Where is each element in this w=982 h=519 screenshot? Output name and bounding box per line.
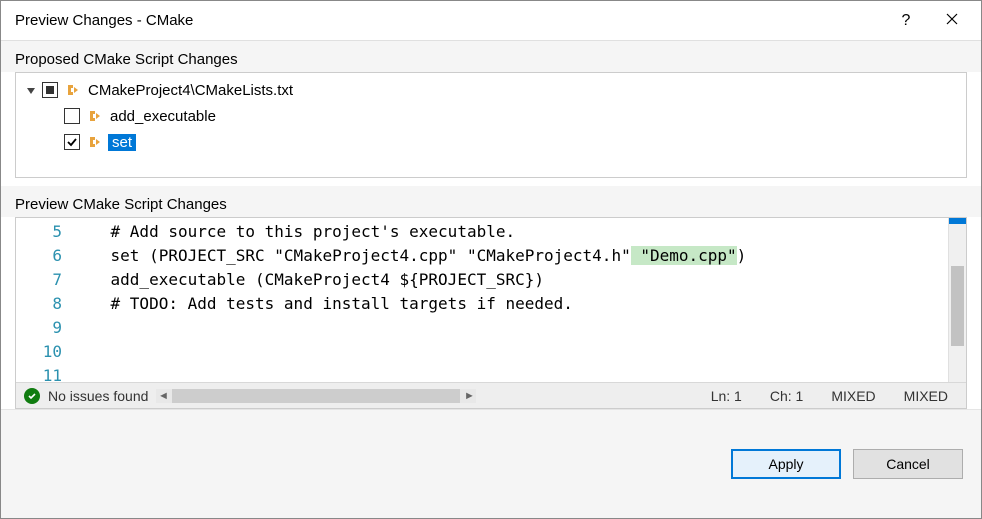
cancel-button-label: Cancel <box>886 456 930 472</box>
scroll-thumb[interactable] <box>951 266 964 346</box>
line-indicator: Ln: 1 <box>701 388 752 404</box>
tree-root-label: CMakeProject4\CMakeLists.txt <box>86 82 295 99</box>
preview-changes-label: Preview CMake Script Changes <box>1 186 981 217</box>
checkbox-root[interactable] <box>42 82 58 98</box>
tree-item-label: set <box>108 134 136 151</box>
scroll-left-icon[interactable]: ◄ <box>156 389 170 403</box>
ok-icon <box>24 388 40 404</box>
close-icon <box>946 12 958 30</box>
cmake-icon <box>86 133 104 151</box>
vertical-scrollbar[interactable] <box>948 218 966 382</box>
proposed-changes-tree: CMakeProject4\CMakeLists.txt add_executa… <box>15 72 967 178</box>
editor-status-strip: No issues found ◄ ► Ln: 1 Ch: 1 MIXED MI… <box>16 382 966 408</box>
cmake-icon <box>86 107 104 125</box>
apply-button-label: Apply <box>768 456 803 472</box>
encoding-indicator: MIXED <box>894 388 958 404</box>
checkbox-add-executable[interactable] <box>64 108 80 124</box>
help-button[interactable]: ? <box>883 6 929 36</box>
help-icon: ? <box>902 12 911 30</box>
proposed-changes-label: Proposed CMake Script Changes <box>1 41 981 72</box>
scroll-right-icon[interactable]: ► <box>462 389 476 403</box>
code-preview: 567891011 # Add source to this project's… <box>15 217 967 409</box>
tree-item-add-executable[interactable]: add_executable <box>22 103 960 129</box>
title-bar: Preview Changes - CMake ? <box>1 1 981 41</box>
checkbox-set[interactable] <box>64 134 80 150</box>
tree-root-row[interactable]: CMakeProject4\CMakeLists.txt <box>22 77 960 103</box>
tree-item-set[interactable]: set <box>22 129 960 155</box>
window-title: Preview Changes - CMake <box>15 12 193 29</box>
line-endings-indicator: MIXED <box>821 388 885 404</box>
cmake-icon <box>64 81 82 99</box>
dialog-button-bar: Apply Cancel <box>1 409 981 518</box>
cancel-button[interactable]: Cancel <box>853 449 963 479</box>
column-indicator: Ch: 1 <box>760 388 813 404</box>
scroll-marker <box>949 218 966 224</box>
close-button[interactable] <box>929 6 975 36</box>
issues-status: No issues found <box>48 388 148 404</box>
expander-icon[interactable] <box>24 83 38 97</box>
code-viewer[interactable]: # Add source to this project's executabl… <box>72 218 948 382</box>
line-number-gutter: 567891011 <box>16 218 72 382</box>
apply-button[interactable]: Apply <box>731 449 841 479</box>
tree-item-label: add_executable <box>108 108 218 125</box>
horizontal-scrollbar[interactable]: ◄ ► <box>156 389 476 403</box>
hscroll-thumb[interactable] <box>172 389 460 403</box>
